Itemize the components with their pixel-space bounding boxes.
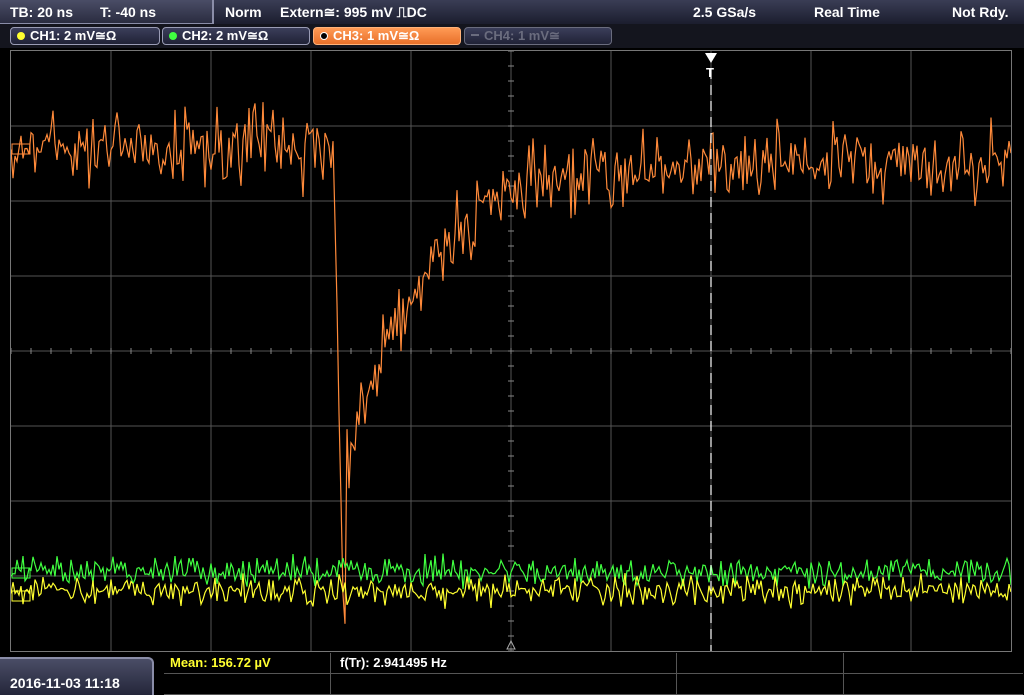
sample-rate-label[interactable]: 2.5 GSa/s — [693, 4, 756, 20]
acquisition-mode-label[interactable]: Real Time — [814, 4, 880, 20]
channel-dot-icon — [320, 32, 328, 40]
channel-3-button[interactable]: CH3: 1 mV≅Ω — [313, 27, 461, 45]
measurement-cell[interactable] — [677, 674, 844, 695]
channel-3-label: CH3: 1 mV≅Ω — [333, 28, 420, 43]
datetime-label: 2016-11-03 11:18 — [10, 675, 120, 691]
channel-dot-icon — [169, 32, 177, 40]
measurement-cell[interactable] — [164, 674, 331, 695]
trigger-label: T — [706, 65, 714, 80]
waveform-svg — [11, 51, 1011, 651]
channel-1-label: CH1: 2 mV≅Ω — [30, 28, 117, 43]
measurement-cell[interactable] — [677, 653, 844, 674]
timebase-label[interactable]: TB: 20 ns — [10, 4, 73, 20]
channel-2-label: CH2: 2 mV≅Ω — [182, 28, 269, 43]
waveform-display[interactable]: T — [10, 50, 1012, 652]
channel-dot-icon — [17, 32, 25, 40]
channel-4-label: CH4: 1 mV≅ — [484, 28, 560, 43]
trigger-source-label[interactable]: Extern≅: 995 mV ⎍DC — [280, 4, 427, 21]
acquisition-state-label: Not Rdy. — [952, 4, 1009, 20]
channel-bar: CH1: 2 mV≅Ω CH2: 2 mV≅Ω CH3: 1 mV≅Ω CH4:… — [0, 24, 1024, 48]
measurement-cell[interactable] — [844, 674, 1023, 695]
channel-off-icon — [471, 34, 479, 36]
trigger-mode-label[interactable]: Norm — [225, 4, 262, 20]
channel-2-button[interactable]: CH2: 2 mV≅Ω — [162, 27, 310, 45]
channel-1-button[interactable]: CH1: 2 mV≅Ω — [10, 27, 160, 45]
mean-measurement[interactable]: Mean: 156.72 µV — [170, 655, 271, 670]
trigger-offset-label[interactable]: T: -40 ns — [100, 4, 156, 20]
measurement-cell[interactable] — [844, 653, 1023, 674]
grid — [11, 51, 1011, 651]
status-bar: TB: 20 ns T: -40 ns Norm Extern≅: 995 mV… — [0, 0, 1024, 24]
measurement-panel[interactable]: Mean: 156.72 µV f(Tr): 2.941495 Hz — [164, 653, 1024, 695]
frequency-measurement[interactable]: f(Tr): 2.941495 Hz — [340, 655, 447, 670]
datetime-box: 2016-11-03 11:18 — [0, 657, 154, 695]
measurement-cell[interactable] — [331, 674, 677, 695]
channel-4-button[interactable]: CH4: 1 mV≅ — [464, 27, 612, 45]
trigger-arrow-icon[interactable] — [705, 53, 717, 63]
